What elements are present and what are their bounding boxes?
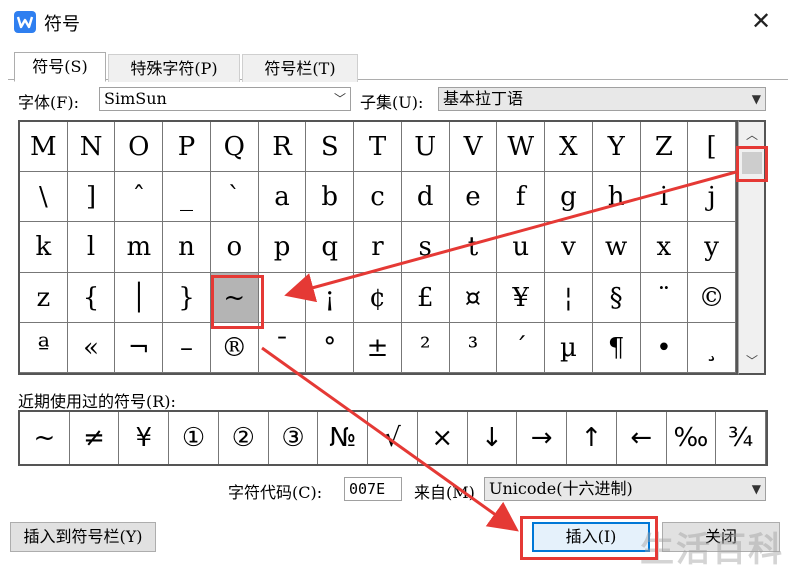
arrow-to-insert-button	[261, 346, 519, 532]
arrow-to-selected-symbol	[284, 170, 737, 303]
tab-symbols[interactable]: 符号(S)	[14, 52, 106, 82]
annotation-arrows	[261, 170, 737, 532]
